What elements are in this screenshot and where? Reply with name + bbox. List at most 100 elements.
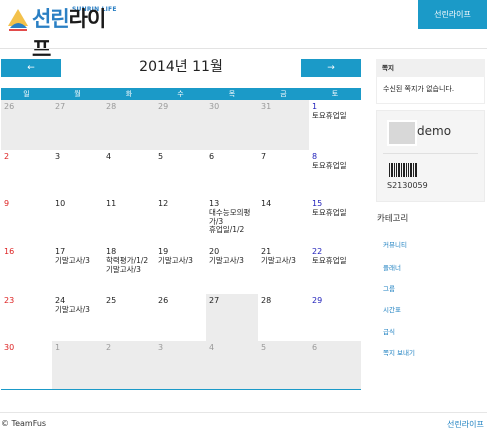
calendar-day[interactable]: 30 (206, 100, 258, 150)
calendar-event[interactable]: 기말고사/3 (158, 256, 203, 266)
day-number: 3 (55, 152, 61, 161)
calendar-day[interactable]: 5 (155, 150, 206, 197)
day-number: 14 (261, 199, 272, 208)
calendar-day[interactable]: 1 토요휴업일 (309, 100, 361, 150)
day-number: 23 (4, 296, 15, 305)
calendar-day[interactable]: 4 (206, 341, 258, 390)
calendar-day[interactable]: 4 (103, 150, 155, 197)
calendar-day[interactable]: 13 대수능모의평 가/3 휴업일/1/2 (206, 197, 258, 245)
day-number: 11 (106, 199, 117, 208)
profile-divider (383, 153, 478, 154)
category-link[interactable]: 시간표 (383, 304, 401, 314)
calendar-event[interactable]: 기말고사/3 (261, 256, 306, 266)
weekday-label: 토 (331, 90, 339, 98)
calendar-day[interactable]: 6 (309, 341, 361, 390)
prev-month-button[interactable]: ← (1, 59, 61, 77)
calendar-day[interactable]: 14 (258, 197, 309, 245)
calendar-day[interactable]: 19 기말고사/3 (155, 245, 206, 294)
calendar-day[interactable]: 30 (1, 341, 52, 390)
category-link[interactable]: 급식 (383, 326, 395, 336)
calendar-bottom-line (1, 389, 361, 390)
calendar-day[interactable]: 28 (103, 100, 155, 150)
weekday-header: 일월화수목금토 (1, 88, 361, 100)
calendar-day[interactable]: 3 (52, 150, 103, 197)
calendar-day[interactable]: 26 (1, 100, 52, 150)
calendar-day[interactable]: 29 (309, 294, 361, 341)
calendar-day[interactable]: 3 (155, 341, 206, 390)
calendar-day[interactable]: 28 (258, 294, 309, 341)
next-month-button[interactable]: → (301, 59, 361, 77)
calendar-event[interactable]: 기말고사/3 (106, 265, 152, 275)
calendar-day[interactable]: 25 (103, 294, 155, 341)
calendar-day[interactable]: 6 (206, 150, 258, 197)
calendar-day[interactable]: 11 (103, 197, 155, 245)
calendar-day[interactable]: 29 (155, 100, 206, 150)
logo-text-highlight: 선린 (32, 7, 70, 31)
calendar-day[interactable]: 15 토요휴업일 (309, 197, 361, 245)
calendar-day[interactable]: 20 기말고사/3 (206, 245, 258, 294)
category-link[interactable]: 커뮤니티 (383, 239, 407, 249)
notes-title: 쪽지 (376, 59, 485, 77)
calendar-day[interactable]: 10 (52, 197, 103, 245)
calendar-day[interactable]: 18 학력평가/1/2 기말고사/3 (103, 245, 155, 294)
weekday-label: 월 (74, 90, 81, 98)
day-number: 26 (4, 102, 15, 111)
calendar-event[interactable]: 토요휴업일 (312, 161, 358, 171)
day-number: 12 (158, 199, 169, 208)
day-number: 2 (4, 152, 10, 161)
weekday-label: 일 (23, 90, 30, 98)
calendar-event[interactable]: 기말고사/3 (209, 256, 255, 266)
calendar-event[interactable]: 토요휴업일 (312, 208, 358, 218)
calendar-day-today[interactable]: 27 (206, 294, 258, 341)
notes-empty-message: 수신된 쪽지가 없습니다. (376, 77, 485, 104)
site-logo[interactable]: SUNRIN LIFE 선린라이프 (6, 4, 118, 61)
calendar-event[interactable]: 휴업일/1/2 (209, 225, 255, 235)
arrow-left-icon: ← (27, 63, 35, 73)
footer-home-link[interactable]: 선린라이프 (447, 419, 484, 430)
weekday-label: 목 (228, 90, 236, 98)
username[interactable]: demo (417, 124, 451, 138)
day-number: 2 (106, 343, 112, 352)
calendar-day[interactable]: 21 기말고사/3 (258, 245, 309, 294)
day-number: 30 (4, 343, 15, 352)
calendar-event[interactable]: 기말고사/3 (55, 305, 100, 315)
calendar-day[interactable]: 17 기말고사/3 (52, 245, 103, 294)
calendar-day[interactable]: 12 (155, 197, 206, 245)
weekday-label: 금 (280, 90, 287, 98)
arrow-right-icon: → (327, 63, 335, 73)
calendar-day[interactable]: 23 (1, 294, 52, 341)
calendar-event[interactable]: 토요휴업일 (312, 256, 358, 266)
calendar-day[interactable]: 2 (1, 150, 52, 197)
day-number: 5 (261, 343, 267, 352)
calendar-day[interactable]: 9 (1, 197, 52, 245)
category-link[interactable]: 그룹 (383, 283, 395, 293)
calendar-day[interactable]: 8 토요휴업일 (309, 150, 361, 197)
category-link[interactable]: 플래너 (383, 262, 401, 272)
calendar-day[interactable]: 31 (258, 100, 309, 150)
notes-panel: 쪽지 수신된 쪽지가 없습니다. (376, 59, 485, 104)
calendar-day[interactable]: 22 토요휴업일 (309, 245, 361, 294)
day-number: 6 (209, 152, 215, 161)
day-number: 27 (55, 102, 66, 111)
day-number: 3 (158, 343, 164, 352)
day-number: 4 (209, 343, 215, 352)
calendar-day[interactable]: 27 (52, 100, 103, 150)
logo-text: 선린라이프 (32, 3, 118, 63)
calendar-day[interactable]: 1 (52, 341, 103, 390)
top-nav-button[interactable]: 선린라이프 (418, 0, 487, 29)
calendar-day[interactable]: 2 (103, 341, 155, 390)
calendar-event[interactable]: 토요휴업일 (312, 111, 358, 121)
day-number: 6 (312, 343, 318, 352)
calendar-day[interactable]: 24 기말고사/3 (52, 294, 103, 341)
day-number: 29 (312, 296, 323, 305)
avatar[interactable] (387, 120, 417, 146)
calendar-event[interactable]: 기말고사/3 (55, 256, 100, 266)
calendar-day[interactable]: 16 (1, 245, 52, 294)
category-link[interactable]: 쪽지 보내기 (383, 347, 415, 357)
category-title: 카테고리 (377, 214, 409, 224)
calendar-day[interactable]: 5 (258, 341, 309, 390)
barcode-icon (389, 163, 417, 177)
calendar-day[interactable]: 26 (155, 294, 206, 341)
header-divider (0, 48, 487, 49)
calendar-day[interactable]: 7 (258, 150, 309, 197)
